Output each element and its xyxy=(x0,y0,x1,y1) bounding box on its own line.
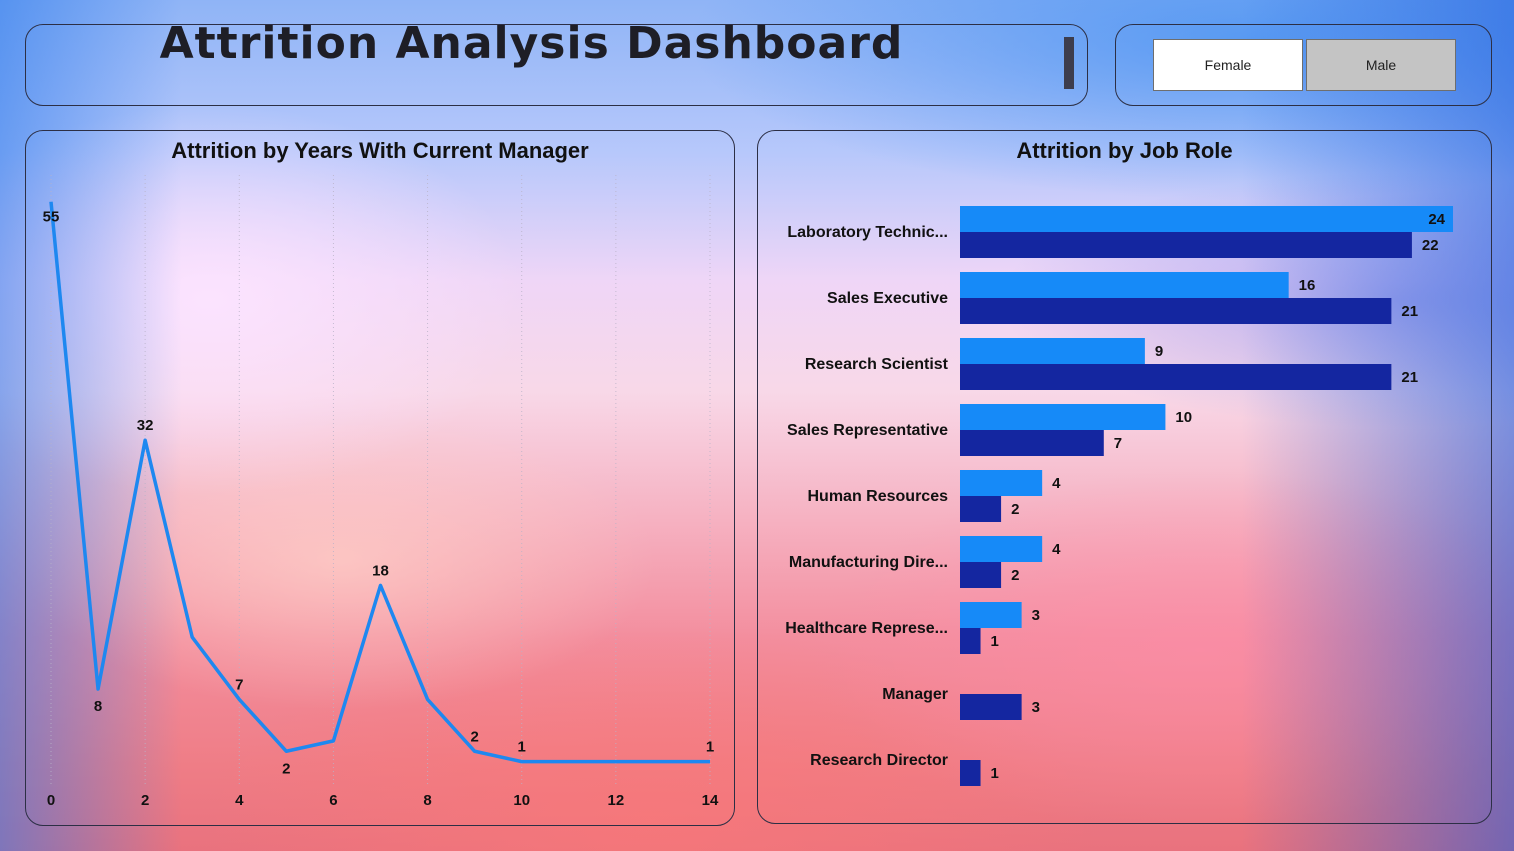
bar-value-label: 16 xyxy=(1299,277,1316,294)
bar-value-label: 3 xyxy=(1032,607,1040,624)
bar-value-label: 22 xyxy=(1422,237,1439,254)
female-bar xyxy=(960,470,1043,496)
male-bar xyxy=(960,364,1392,390)
male-bar xyxy=(960,628,981,654)
bar-value-label: 21 xyxy=(1401,303,1418,320)
bar-value-label: 1 xyxy=(991,633,999,650)
category-label: Laboratory Technic... xyxy=(787,224,948,241)
bar-value-label: 4 xyxy=(1052,475,1061,492)
bar-value-label: 10 xyxy=(1175,409,1192,426)
female-bar xyxy=(960,404,1166,430)
female-bar xyxy=(960,272,1289,298)
male-bar xyxy=(960,430,1104,456)
category-label: Research Scientist xyxy=(805,356,949,373)
male-bar xyxy=(960,232,1412,258)
male-bar xyxy=(960,562,1002,588)
female-bar xyxy=(960,602,1022,628)
bar-value-label: 21 xyxy=(1401,369,1418,386)
bar-value-label: 7 xyxy=(1114,435,1122,452)
female-bar xyxy=(960,536,1043,562)
bar-value-label: 4 xyxy=(1052,541,1061,558)
category-label: Manager xyxy=(882,686,948,703)
bar-value-label: 9 xyxy=(1155,343,1163,360)
category-label: Research Director xyxy=(810,752,948,769)
bar-value-label: 2 xyxy=(1011,567,1019,584)
female-bar xyxy=(960,338,1145,364)
bar-value-label: 24 xyxy=(1428,211,1445,228)
bar-value-label: 3 xyxy=(1032,699,1040,716)
category-label: Healthcare Represe... xyxy=(785,620,948,637)
female-bar xyxy=(960,206,1453,232)
bar-chart: Laboratory Technic...2422Sales Executive… xyxy=(785,206,1453,786)
male-bar xyxy=(960,496,1002,522)
category-label: Manufacturing Dire... xyxy=(789,554,948,571)
category-label: Sales Executive xyxy=(827,290,948,307)
bar-value-label: 2 xyxy=(1011,501,1019,518)
male-bar xyxy=(960,760,981,786)
male-bar xyxy=(960,298,1392,324)
bar-value-label: 1 xyxy=(991,765,999,782)
category-label: Sales Representative xyxy=(787,422,948,439)
category-label: Human Resources xyxy=(808,488,949,505)
male-bar xyxy=(960,694,1022,720)
